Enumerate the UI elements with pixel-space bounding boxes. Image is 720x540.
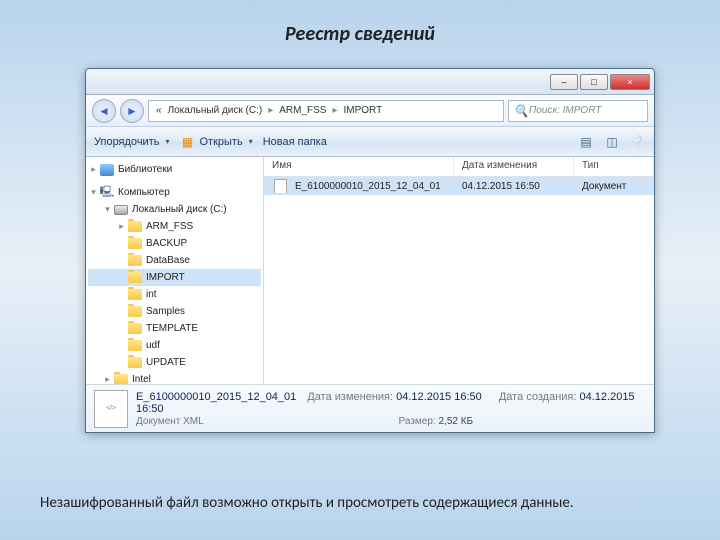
back-button[interactable]: ◄: [92, 99, 116, 123]
search-placeholder: Поиск: IMPORT: [529, 105, 601, 116]
file-type: Документ: [574, 181, 654, 192]
tree-label: Samples: [146, 306, 185, 317]
folder-icon: [127, 237, 143, 251]
tree-label: TEMPLATE: [146, 323, 198, 334]
xml-file-icon: [272, 179, 288, 193]
folder-icon: [127, 339, 143, 353]
view-icon[interactable]: ▤: [578, 134, 594, 150]
tree-label: ARM_FSS: [146, 221, 193, 232]
list-item[interactable]: E_6100000010_2015_12_04_01 04.12.2015 16…: [264, 177, 654, 195]
tree-folder-selected[interactable]: IMPORT: [88, 269, 261, 286]
folder-icon: [127, 288, 143, 302]
tree-folder[interactable]: ▸ ARM_FSS: [88, 218, 261, 235]
file-list-header: Имя Дата изменения Тип: [264, 157, 654, 177]
chevron-right-icon: ▸: [329, 105, 340, 116]
folder-icon: [127, 305, 143, 319]
tree-label: udf: [146, 340, 160, 351]
breadcrumb-folder-1[interactable]: ARM_FSS: [276, 105, 329, 116]
help-icon[interactable]: ❔: [630, 134, 646, 150]
breadcrumb-prefix: «: [153, 105, 165, 116]
tree-folder[interactable]: Samples: [88, 303, 261, 320]
open-label: Открыть: [199, 136, 242, 148]
forward-button[interactable]: ►: [120, 99, 144, 123]
file-date: 04.12.2015 16:50: [454, 181, 574, 192]
tree-folder[interactable]: UPDATE: [88, 354, 261, 371]
details-size-label: Размер:: [399, 416, 436, 427]
tree-libraries[interactable]: ▸ Библиотеки: [88, 161, 261, 178]
open-button[interactable]: ▦ Открыть: [179, 134, 252, 150]
expand-icon: ▾: [102, 204, 113, 215]
tree-label: IMPORT: [146, 272, 185, 283]
folder-icon: [127, 356, 143, 370]
tree-computer[interactable]: ▾ 🖳 Компьютер: [88, 184, 261, 201]
tree-label: UPDATE: [146, 357, 186, 368]
library-icon: [99, 163, 115, 177]
details-filename: E_6100000010_2015_12_04_01 Дата изменени…: [136, 391, 646, 415]
minimize-button[interactable]: –: [550, 74, 578, 90]
file-list: Имя Дата изменения Тип E_6100000010_2015…: [264, 157, 654, 384]
expand-icon: ▸: [102, 374, 113, 384]
tree-label: Компьютер: [118, 187, 170, 198]
details-type: Документ XML: [136, 416, 291, 427]
tree-label: Intel: [132, 374, 151, 384]
chevron-right-icon: ▸: [265, 105, 276, 116]
toolbar: Упорядочить ▦ Открыть Новая папка ▤ ◫ ❔: [86, 127, 654, 157]
tree-folder[interactable]: int: [88, 286, 261, 303]
open-icon: ▦: [179, 134, 195, 150]
computer-icon: 🖳: [99, 186, 115, 200]
nav-row: ◄ ► « Локальный диск (C:) ▸ ARM_FSS ▸ IM…: [86, 95, 654, 127]
tree-label: Локальный диск (C:): [132, 204, 227, 215]
explorer-window: – □ × ◄ ► « Локальный диск (C:) ▸ ARM_FS…: [85, 68, 655, 433]
slide-title: Реестр сведений: [0, 0, 720, 46]
tree-label: DataBase: [146, 255, 190, 266]
tree-label: BACKUP: [146, 238, 187, 249]
slide-caption: Незашифрованный файл возможно открыть и …: [40, 494, 574, 512]
folder-icon: [127, 254, 143, 268]
tree-folder[interactable]: DataBase: [88, 252, 261, 269]
folder-icon: [127, 271, 143, 285]
file-name: E_6100000010_2015_12_04_01: [295, 181, 441, 192]
tree-drive[interactable]: ▾ Локальный диск (C:): [88, 201, 261, 218]
breadcrumb[interactable]: « Локальный диск (C:) ▸ ARM_FSS ▸ IMPORT: [148, 100, 504, 122]
search-icon: 🔍: [513, 103, 529, 119]
xml-file-icon: </>: [94, 390, 128, 428]
col-header-date[interactable]: Дата изменения: [454, 157, 574, 176]
expand-icon: ▸: [116, 221, 127, 232]
close-button[interactable]: ×: [610, 74, 650, 90]
collapse-icon: ▸: [88, 164, 99, 175]
breadcrumb-drive[interactable]: Локальный диск (C:): [165, 105, 266, 116]
content-area: ▸ Библиотеки ▾ 🖳 Компьютер ▾ Локальный д…: [86, 157, 654, 384]
tree-label: Библиотеки: [118, 164, 172, 175]
drive-icon: [113, 203, 129, 217]
folder-tree: ▸ Библиотеки ▾ 🖳 Компьютер ▾ Локальный д…: [86, 157, 264, 384]
tree-folder[interactable]: BACKUP: [88, 235, 261, 252]
col-header-name[interactable]: Имя: [264, 157, 454, 176]
maximize-button[interactable]: □: [580, 74, 608, 90]
tree-folder[interactable]: udf: [88, 337, 261, 354]
tree-folder[interactable]: ▸ Intel: [88, 371, 261, 384]
titlebar: – □ ×: [86, 69, 654, 95]
details-pane: </> E_6100000010_2015_12_04_01 Дата изме…: [86, 384, 654, 432]
expand-icon: ▾: [88, 187, 99, 198]
folder-icon: [127, 220, 143, 234]
details-size-value: 2,52 КБ: [438, 416, 473, 427]
folder-icon: [113, 373, 129, 385]
tree-folder[interactable]: TEMPLATE: [88, 320, 261, 337]
organize-button[interactable]: Упорядочить: [94, 136, 169, 148]
folder-icon: [127, 322, 143, 336]
preview-icon[interactable]: ◫: [604, 134, 620, 150]
tree-label: int: [146, 289, 157, 300]
search-input[interactable]: 🔍 Поиск: IMPORT: [508, 100, 648, 122]
new-folder-button[interactable]: Новая папка: [263, 136, 327, 148]
col-header-type[interactable]: Тип: [574, 157, 654, 176]
breadcrumb-folder-2[interactable]: IMPORT: [341, 105, 386, 116]
